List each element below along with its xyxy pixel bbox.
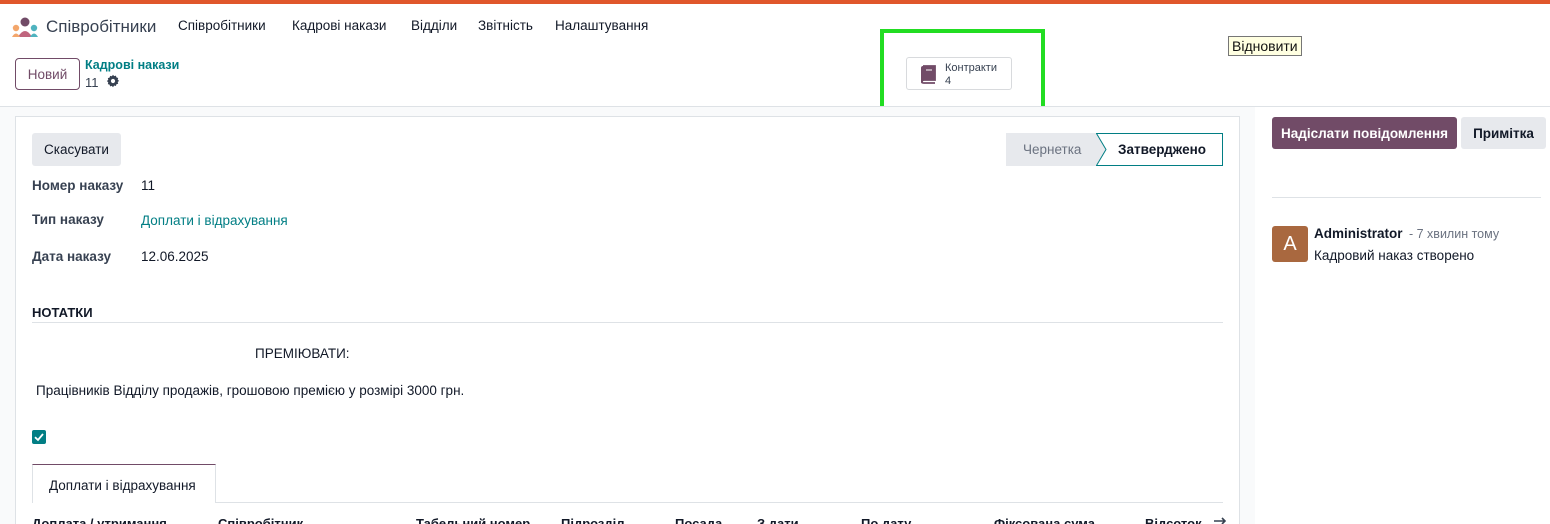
tab-allowances-deductions[interactable]: Доплати і відрахування [32,464,216,503]
smart-button-count: 4 [945,75,952,87]
tooltip: Відновити [1228,36,1302,56]
column-header-position[interactable]: Посада [675,516,722,524]
breadcrumb-hr-orders[interactable]: Кадрові накази [85,58,179,72]
order-date-value[interactable]: 12.06.2025 [141,249,209,264]
column-header-department[interactable]: Підрозділ [561,516,625,524]
column-header-tab-number[interactable]: Табельний номер [416,516,530,524]
book-icon [921,65,936,84]
order-date-label: Дата наказу [32,249,111,264]
avatar[interactable]: A [1272,226,1308,262]
cancel-button[interactable]: Скасувати [32,133,121,166]
order-type-label: Тип наказу [32,212,104,227]
gear-icon[interactable] [106,74,120,88]
status-approved-label: Затверджено [1118,142,1206,157]
app-logo-icon[interactable] [12,17,38,37]
menu-item-hr-orders[interactable]: Кадрові накази [292,18,386,33]
contracts-smart-button[interactable]: Контракти 4 [906,57,1012,90]
column-header-allowance[interactable]: Доплата / утримання [32,516,167,524]
message-time: - 7 хвилин тому [1409,227,1500,241]
order-type-value[interactable]: Доплати і відрахування [141,213,288,228]
column-settings-icon[interactable] [1213,517,1227,524]
message-body: Кадровий наказ створено [1314,248,1475,263]
status-approved[interactable]: Затверджено [1096,133,1223,166]
record-id: 11 [85,75,99,90]
navbar: Співробітники Співробітники Кадрові нака… [0,4,1550,48]
column-header-date-to[interactable]: По дату [861,516,911,524]
status-draft[interactable]: Чернетка [1006,133,1106,166]
status-bar: Чернетка Затверджено [1006,133,1223,166]
notes-title: НОТАТКИ [32,305,93,320]
new-button[interactable]: Новий [15,58,80,90]
column-header-date-from[interactable]: З дати [757,516,799,524]
column-header-fixed-amount[interactable]: Фіксована сума [994,516,1095,524]
order-number-value[interactable]: 11 [141,178,155,193]
log-note-button[interactable]: Примітка [1461,117,1546,149]
notes-body[interactable]: Працівників Відділу продажів, грошовою п… [36,383,464,398]
app-name[interactable]: Співробітники [46,17,156,37]
menu-item-settings[interactable]: Налаштування [555,18,648,33]
send-message-button[interactable]: Надіслати повідомлення [1272,117,1457,149]
notes-divider [32,322,1223,323]
form-sheet [15,116,1240,524]
column-header-percent[interactable]: Відсоток [1145,516,1202,524]
order-number-label: Номер наказу [32,178,124,193]
notes-heading[interactable]: ПРЕМІЮВАТИ: [255,346,350,361]
check-icon [34,433,44,442]
column-header-employee[interactable]: Співробітник [218,516,303,524]
tab-divider [216,502,1223,503]
smart-button-label: Контракти [945,62,997,74]
message-author[interactable]: Administrator [1314,226,1403,241]
menu-item-employees[interactable]: Співробітники [178,18,266,33]
menu-item-reporting[interactable]: Звітність [478,18,533,33]
menu-item-departments[interactable]: Відділи [411,18,457,33]
approved-checkbox[interactable] [32,430,46,444]
chatter-divider [1272,197,1541,198]
